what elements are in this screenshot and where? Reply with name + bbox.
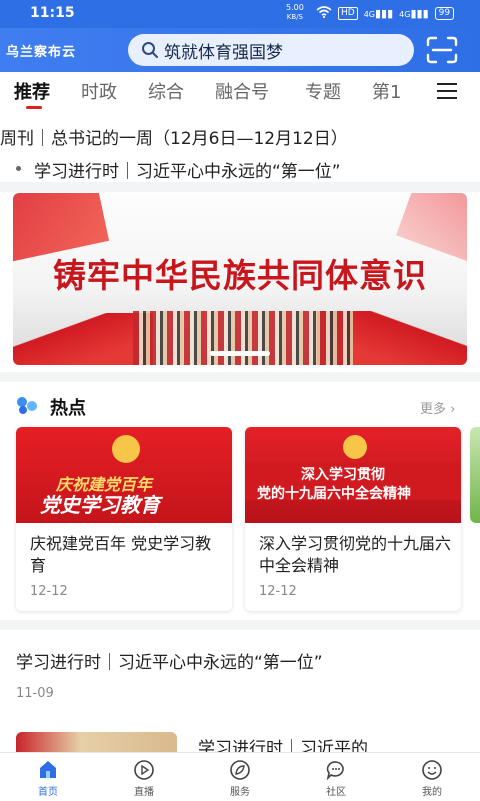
carousel-indicator	[13, 341, 467, 360]
card-image-text: 党史学习教育	[40, 493, 160, 517]
scan-icon	[426, 36, 458, 64]
status-icons: HD 4G▮▮▮ 4G▮▮▮ 99	[316, 6, 455, 21]
tab-media-accounts[interactable]: 融合号	[215, 78, 269, 104]
more-link[interactable]: 更多 ›	[420, 398, 455, 417]
network-speed: 5.00 KB/S	[286, 3, 304, 22]
tab-first[interactable]: 第1	[372, 78, 401, 104]
chevron-right-icon: ›	[450, 402, 456, 417]
wifi-icon	[316, 6, 332, 21]
nav-label: 直播	[134, 787, 154, 798]
card-title: 庆祝建党百年 党史学习教育	[30, 534, 212, 575]
headline-text: 学习进行时｜习近平心中永远的“第一位”	[34, 162, 341, 182]
section-divider	[0, 620, 480, 630]
live-icon	[134, 760, 154, 780]
tabs-fade	[405, 72, 433, 112]
home-icon	[40, 761, 56, 778]
hot-card[interactable]: 庆祝建党百年 党史学习教育 庆祝建党百年 党史学习教育 12-12	[16, 427, 232, 611]
headline-item[interactable]: 周刊｜总书记的一周（12月6日—12月12日）	[0, 124, 480, 149]
hot-card-partial[interactable]	[470, 427, 480, 523]
card-image: 庆祝建党百年 党史学习教育	[16, 427, 232, 523]
headline-bullet	[16, 166, 21, 171]
app-logo: 乌兰察布云	[6, 45, 77, 60]
nav-label: 服务	[230, 787, 250, 798]
article-date: 11-09	[16, 686, 54, 701]
nav-label: 我的	[422, 787, 442, 798]
card-date: 12-12	[259, 584, 297, 599]
scan-button[interactable]	[424, 34, 460, 66]
tab-special[interactable]: 专题	[305, 78, 341, 104]
battery-icon: 99	[434, 7, 455, 20]
card-date: 12-12	[30, 584, 68, 599]
article-title[interactable]: 学习进行时｜习近平心中永远的“第一位”	[16, 648, 323, 673]
card-image-text: 党的十九届六中全会精神	[257, 486, 411, 502]
search-bar[interactable]: 筑就体育强国梦	[128, 34, 414, 66]
more-label: 更多	[420, 402, 447, 417]
hot-section-header: 热点 更多 ›	[0, 392, 480, 420]
signal-label-2: 4G	[399, 10, 411, 19]
tab-politics[interactable]: 时政	[81, 78, 117, 104]
network-speed-unit: KB/S	[286, 13, 303, 21]
nav-live[interactable]: 直播	[96, 753, 192, 801]
signal-icon: 4G▮▮▮	[363, 7, 394, 20]
headline-text: 周刊｜总书记的一周（12月6日—12月12日）	[0, 129, 348, 149]
app-bar: 乌兰察布云 筑就体育强国梦	[0, 28, 480, 72]
card-image: 深入学习贯彻 党的十九届六中全会精神	[245, 427, 461, 523]
search-icon	[136, 34, 164, 66]
bottom-navigation: 首页 直播 服务 社区 我的	[0, 752, 480, 801]
tab-general[interactable]: 综合	[148, 78, 184, 104]
article-thumbnail[interactable]	[16, 732, 177, 752]
status-bar: 11:15 5.00 KB/S HD 4G▮▮▮ 4G▮▮▮ 99	[0, 0, 480, 28]
hot-icon	[17, 397, 37, 414]
section-divider	[0, 372, 480, 382]
community-icon	[326, 761, 344, 781]
party-emblem-icon	[112, 435, 140, 463]
nav-label: 社区	[326, 787, 346, 798]
card-title: 深入学习贯彻党的十九届六中全会精神	[259, 534, 452, 575]
search-placeholder: 筑就体育强国梦	[164, 42, 283, 63]
headline-item[interactable]: 学习进行时｜习近平心中永远的“第一位”	[34, 157, 474, 182]
nav-service[interactable]: 服务	[192, 753, 288, 801]
party-emblem-icon	[343, 435, 367, 459]
hot-card[interactable]: 深入学习贯彻 党的十九届六中全会精神 深入学习贯彻党的十九届六中全会精神 12-…	[245, 427, 461, 611]
hot-section-title: 热点	[50, 398, 86, 419]
card-image-text: 深入学习贯彻	[301, 467, 385, 483]
signal-label: 4G	[363, 10, 375, 19]
tab-recommend[interactable]: 推荐	[14, 78, 50, 104]
section-divider	[0, 182, 480, 192]
service-icon	[230, 760, 250, 780]
nav-label: 首页	[38, 787, 58, 798]
nav-community[interactable]: 社区	[288, 753, 384, 801]
profile-icon	[422, 760, 442, 780]
clock: 11:15	[30, 5, 75, 21]
banner-title: 铸牢中华民族共同体意识	[53, 256, 427, 295]
nav-profile[interactable]: 我的	[384, 753, 480, 801]
signal-icon-2: 4G▮▮▮	[399, 7, 429, 20]
nav-home[interactable]: 首页	[0, 753, 96, 801]
carousel-banner[interactable]: 铸牢中华民族共同体意识	[13, 193, 467, 365]
network-speed-value: 5.00	[286, 3, 304, 12]
hd-badge: HD	[338, 7, 358, 20]
channel-menu-button[interactable]	[430, 78, 464, 102]
active-tab-indicator	[26, 106, 42, 109]
